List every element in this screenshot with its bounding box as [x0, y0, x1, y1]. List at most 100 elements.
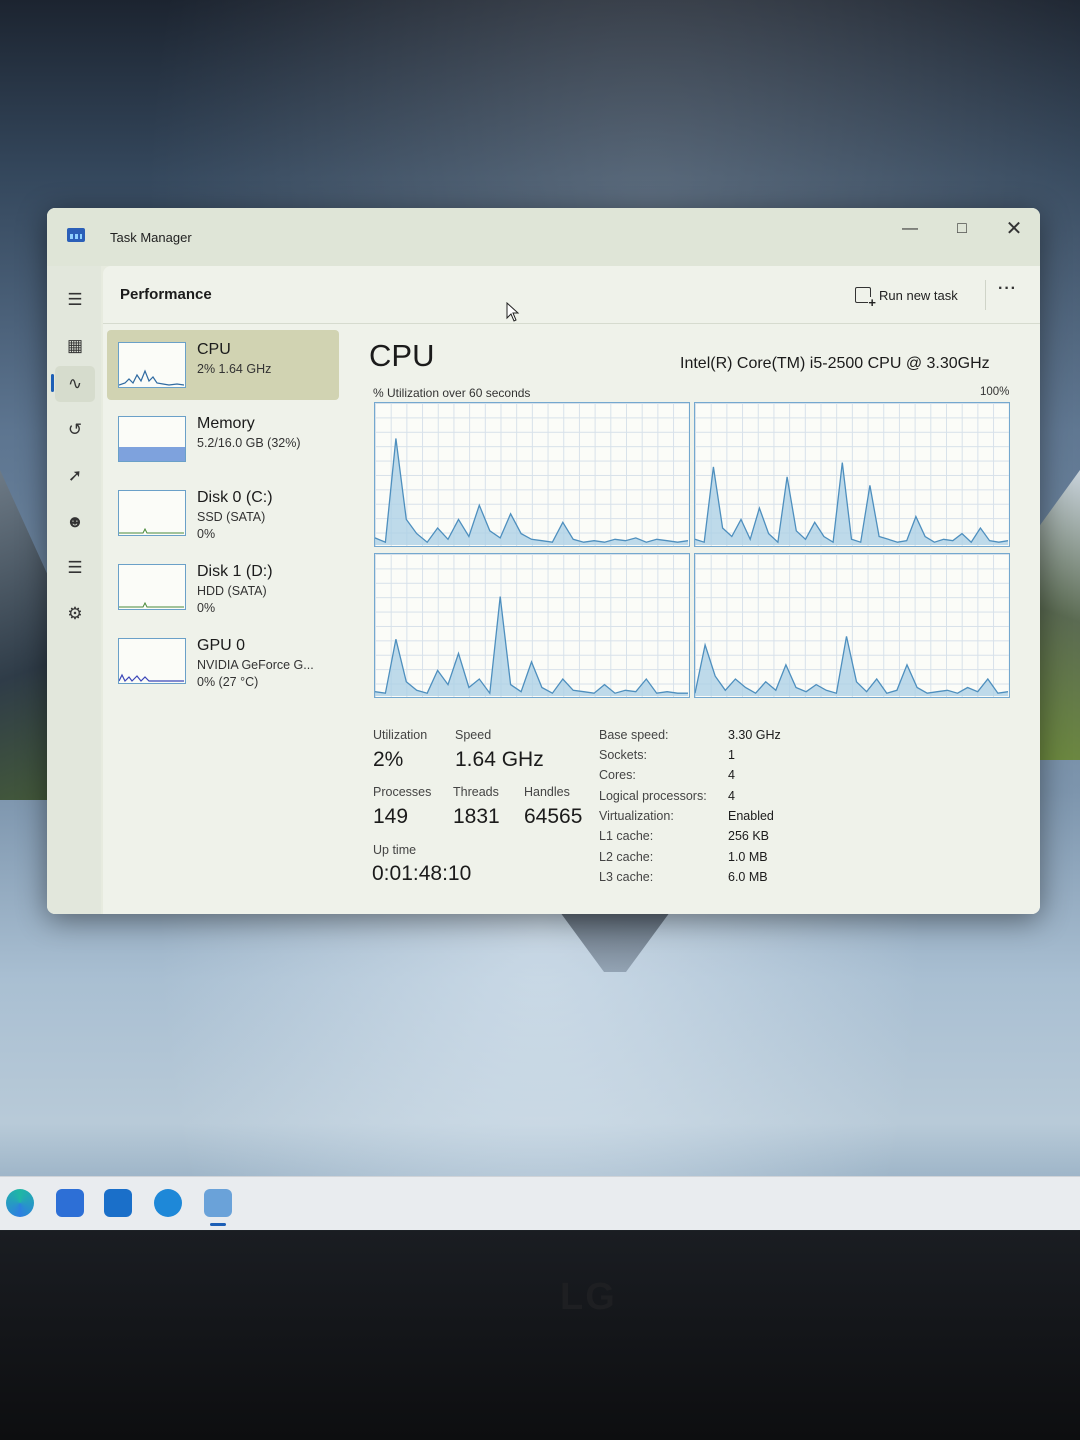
- nav-rail: ☰ ▦ ∿ ↺ ➚ ☻ ☰ ⚙ ⚙: [47, 266, 101, 914]
- window-title: Task Manager: [110, 230, 192, 245]
- cpu-graph-core-2: [374, 553, 690, 698]
- performance-page: Performance Run new task ··· CPU 2% 1.64…: [103, 266, 1040, 914]
- minimize-button[interactable]: —: [887, 214, 933, 244]
- cpu-heading: CPU: [369, 338, 435, 373]
- page-title: Performance: [120, 286, 212, 303]
- cpu-graph-plot: [695, 636, 1008, 696]
- resource-item-cpu[interactable]: CPU 2% 1.64 GHz: [107, 330, 339, 400]
- run-new-task-label: Run new task: [879, 287, 958, 303]
- spec-value: 6.0 MB: [728, 870, 768, 884]
- gpu-0-thumbnail: [118, 638, 186, 684]
- cpu-graph-core-1: [694, 402, 1010, 547]
- resource-detail: HDD (SATA): [197, 584, 267, 598]
- memory-thumbnail: [118, 416, 186, 462]
- processes-icon[interactable]: ▦: [55, 328, 95, 364]
- maximize-button[interactable]: □: [939, 214, 985, 244]
- cpu-graph-area: [695, 636, 1008, 696]
- spec-label: L1 cache:: [599, 829, 654, 843]
- disk-1-thumbnail: [118, 564, 186, 610]
- close-button[interactable]: ✕: [991, 214, 1037, 244]
- spec-value: 3.30 GHz: [728, 728, 781, 742]
- services-icon[interactable]: ⚙: [55, 596, 95, 632]
- speed-value: 1.64 GHz: [455, 748, 544, 771]
- resource-item-memory[interactable]: Memory 5.2/16.0 GB (32%): [107, 404, 339, 474]
- outlook-icon[interactable]: [104, 1189, 132, 1217]
- spec-label: L3 cache:: [599, 870, 654, 884]
- resource-usage: 0%: [197, 601, 216, 615]
- more-options-button[interactable]: ···: [998, 280, 1017, 298]
- cpu-thumbnail: [118, 342, 186, 388]
- resource-detail: SSD (SATA): [197, 510, 266, 524]
- resource-detail: 2% 1.64 GHz: [197, 362, 272, 376]
- spec-label: Cores:: [599, 768, 636, 782]
- utilization-graph-label: % Utilization over 60 seconds: [373, 386, 531, 400]
- spec-label: L2 cache:: [599, 850, 654, 864]
- active-app-indicator: [210, 1223, 226, 1226]
- page-header: Performance Run new task ···: [103, 266, 1040, 324]
- memory-usage-fill: [119, 446, 185, 461]
- threads-value: 1831: [453, 805, 500, 828]
- processes-label: Processes: [373, 785, 432, 799]
- header-divider: [985, 280, 986, 310]
- spec-value: 1: [728, 748, 735, 762]
- spec-value: 1.0 MB: [728, 850, 768, 864]
- details-icon[interactable]: ☰: [55, 550, 95, 586]
- users-icon[interactable]: ☻: [55, 504, 95, 540]
- speed-label: Speed: [455, 728, 492, 742]
- cpu-graph-core-3: [694, 553, 1010, 698]
- task-manager-app-icon: [67, 228, 85, 242]
- nav-active-indicator: [51, 374, 54, 392]
- cpu-model-name: Intel(R) Core(TM) i5-2500 CPU @ 3.30GHz: [680, 355, 990, 372]
- resource-detail: 5.2/16.0 GB (32%): [197, 436, 301, 450]
- cpu-graph-plot: [375, 438, 688, 545]
- resource-usage: 0% (27 °C): [197, 675, 259, 689]
- spec-value: 4: [728, 789, 735, 803]
- run-new-task-button[interactable]: Run new task: [855, 282, 958, 309]
- title-bar[interactable]: Task Manager — □ ✕: [47, 208, 1040, 266]
- mouse-cursor-icon: [506, 302, 520, 322]
- uptime-value: 0:01:48:10: [372, 862, 472, 885]
- cpu-graph-core-0: [374, 402, 690, 547]
- utilization-label: Utilization: [373, 728, 428, 742]
- uptime-label: Up time: [373, 843, 417, 857]
- edge-browser-icon[interactable]: [6, 1189, 34, 1217]
- spec-value: 4: [728, 768, 735, 782]
- cpu-graph-line: [375, 438, 688, 544]
- utilization-value: 2%: [373, 748, 404, 771]
- spec-label: Base speed:: [599, 728, 669, 742]
- handles-value: 64565: [524, 805, 583, 828]
- handles-label: Handles: [524, 785, 570, 799]
- resource-item-gpu-0[interactable]: GPU 0 NVIDIA GeForce G... 0% (27 °C): [107, 626, 339, 696]
- resource-item-disk-0[interactable]: Disk 0 (C:) SSD (SATA) 0%: [107, 478, 339, 548]
- history-icon[interactable]: ↺: [55, 412, 95, 448]
- run-task-icon: [855, 287, 876, 309]
- disk-0-thumbnail: [118, 490, 186, 536]
- processes-value: 149: [373, 805, 409, 828]
- cpu-graph-plot: [695, 462, 1008, 545]
- resource-name: Memory: [197, 415, 255, 432]
- spec-label: Logical processors:: [599, 789, 707, 803]
- utilization-graph-max: 100%: [980, 386, 1010, 398]
- task-manager-window: Task Manager — □ ✕ ☰ ▦ ∿ ↺ ➚ ☻ ☰ ⚙ ⚙ Per…: [47, 208, 1040, 914]
- resource-detail: NVIDIA GeForce G...: [197, 658, 314, 672]
- resource-name: CPU: [197, 341, 231, 358]
- threads-label: Threads: [453, 785, 499, 799]
- cpu-graph-area: [695, 462, 1008, 545]
- task-manager-taskbar-icon[interactable]: [204, 1189, 232, 1217]
- cpu-graph-area: [375, 596, 688, 696]
- spec-value: Enabled: [728, 809, 774, 823]
- taskbar: [0, 1176, 1080, 1230]
- resource-item-disk-1[interactable]: Disk 1 (D:) HDD (SATA) 0%: [107, 552, 339, 622]
- tools-icon[interactable]: [154, 1189, 182, 1217]
- resource-name: Disk 0 (C:): [197, 489, 273, 506]
- startup-icon[interactable]: ➚: [55, 458, 95, 494]
- cpu-graph-area: [375, 438, 688, 545]
- resource-list: CPU 2% 1.64 GHz Memory 5.2/16.0 GB (32%)…: [107, 330, 339, 700]
- performance-icon[interactable]: ∿: [55, 366, 95, 402]
- hamburger-icon[interactable]: ☰: [55, 282, 95, 318]
- spec-label: Virtualization:: [599, 809, 674, 823]
- store-icon[interactable]: [56, 1189, 84, 1217]
- resource-usage: 0%: [197, 527, 216, 541]
- cpu-graph-plot: [375, 596, 688, 696]
- spec-label: Sockets:: [599, 748, 647, 762]
